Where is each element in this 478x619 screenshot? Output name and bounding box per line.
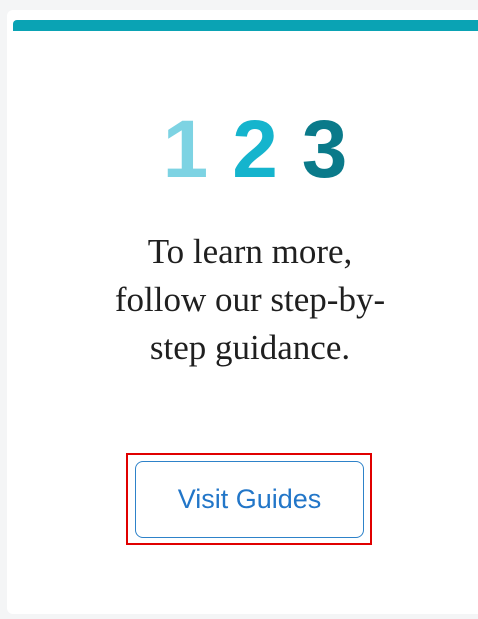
guidance-message: To learn more, follow our step-by-step g… bbox=[114, 232, 386, 367]
visit-guides-button[interactable]: Visit Guides bbox=[135, 461, 364, 538]
step-number-3: 3 bbox=[301, 104, 348, 195]
card-accent-bar bbox=[13, 20, 478, 31]
step-number-1: 1 bbox=[162, 104, 209, 195]
step-number-2: 2 bbox=[232, 104, 278, 195]
steps-graphic: 1 2 3 bbox=[140, 105, 370, 195]
